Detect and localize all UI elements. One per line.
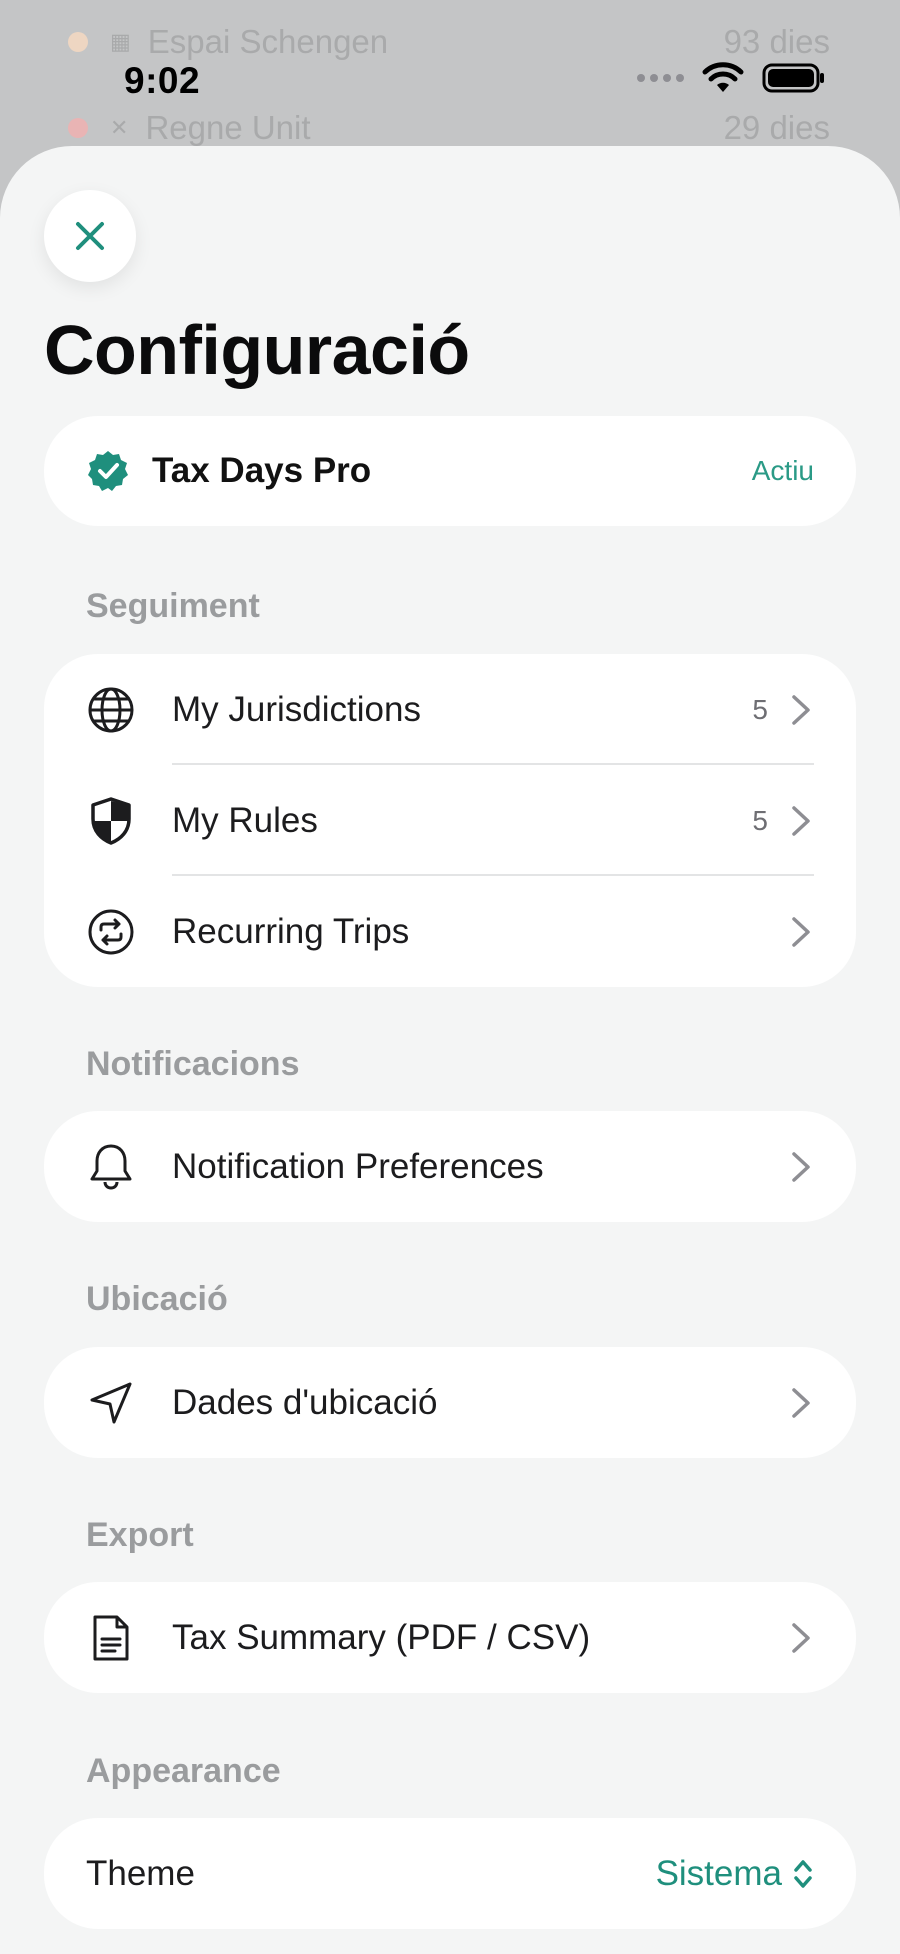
appearance-card: Theme Sistema [44,1818,856,1929]
status-time: 9:02 [124,60,201,101]
tracking-card: My Jurisdictions 5 My Rules 5 Recurring … [44,654,856,987]
row-label: Notification Preferences [172,1146,544,1186]
chevron-right-icon [788,804,814,838]
row-tax-summary[interactable]: Tax Summary (PDF / CSV) [44,1582,856,1693]
theme-label: Theme [86,1853,195,1893]
chevron-right-icon [788,915,814,949]
close-button[interactable] [44,190,136,282]
wifi-icon [702,62,744,92]
bell-icon [86,1142,136,1192]
row-notification-preferences[interactable]: Notification Preferences [44,1111,856,1222]
section-label-location: Ubicació [86,1280,228,1318]
chevron-right-icon [788,1150,814,1184]
row-label: Recurring Trips [172,911,410,951]
row-recurring-trips[interactable]: Recurring Trips [44,876,856,987]
row-label: Dades d'ubicació [172,1382,438,1422]
globe-icon [86,685,136,735]
section-label-notifications: Notificacions [86,1045,300,1083]
row-location-data[interactable]: Dades d'ubicació [44,1347,856,1458]
row-label: My Rules [172,800,318,840]
section-label-appearance: Appearance [86,1752,281,1790]
settings-sheet: Configuració Tax Days Pro Actiu Seguimen… [0,146,900,1954]
battery-icon [762,63,824,93]
close-icon [76,222,104,250]
verified-badge-icon [88,451,128,491]
section-label-tracking: Seguiment [86,587,260,625]
pro-subscription-card[interactable]: Tax Days Pro Actiu [44,416,856,526]
repeat-icon [86,907,136,957]
chevron-right-icon [788,693,814,727]
status-icons [637,62,826,94]
chevron-up-down-icon [794,1859,812,1888]
notifications-card: Notification Preferences [44,1111,856,1222]
page-title: Configuració [44,311,470,389]
pro-status-badge: Actiu [751,455,814,486]
row-count: 5 [752,804,768,836]
export-card: Tax Summary (PDF / CSV) [44,1582,856,1693]
row-label: My Jurisdictions [172,689,421,729]
chevron-right-icon [788,1621,814,1655]
row-my-rules[interactable]: My Rules 5 [44,765,856,876]
row-my-jurisdictions[interactable]: My Jurisdictions 5 [44,654,856,765]
row-count: 5 [752,693,768,725]
location-card: Dades d'ubicació [44,1347,856,1458]
theme-picker-value[interactable]: Sistema [656,1854,782,1894]
shield-icon [86,796,136,846]
pro-name: Tax Days Pro [152,451,372,490]
location-arrow-icon [86,1378,136,1428]
row-label: Tax Summary (PDF / CSV) [172,1617,591,1657]
row-theme[interactable]: Theme Sistema [44,1818,856,1929]
chevron-right-icon [788,1386,814,1420]
cellular-signal-icon [637,74,684,82]
section-label-export: Export [86,1516,194,1554]
document-icon [86,1613,136,1663]
status-bar: 9:02 [0,0,900,150]
